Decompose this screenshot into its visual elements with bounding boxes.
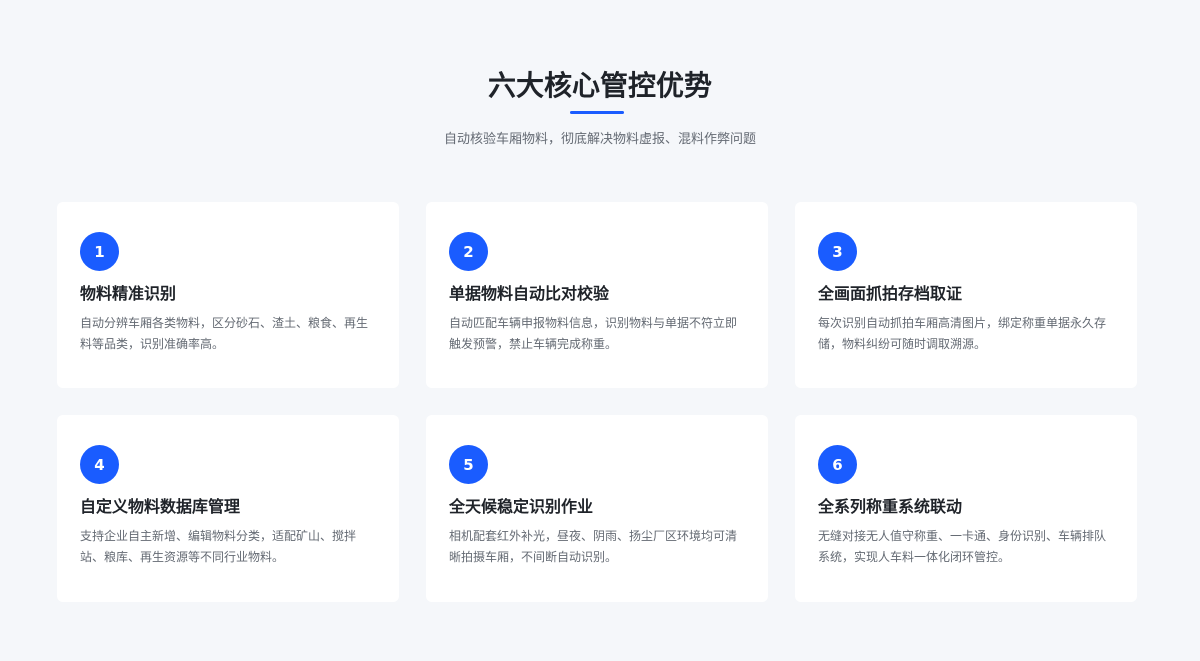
feature-description: 支持企业自主新增、编辑物料分类，适配矿山、搅拌站、粮库、再生资源等不同行业物料。 <box>80 529 357 564</box>
feature-description: 相机配套红外补光，昼夜、阴雨、扬尘厂区环境均可清晰拍摄车厢，不间断自动识别。 <box>449 529 738 564</box>
feature-title: 物料精准识别 <box>80 284 177 303</box>
feature-description: 自动匹配车辆申报物料信息，识别物料与单据不符立即触发预警，禁止车辆完成称重。 <box>449 316 738 351</box>
feature-title: 全画面抓拍存档取证 <box>818 284 963 303</box>
feature-title: 全天候稳定识别作业 <box>449 497 594 516</box>
number-badge: 6 <box>818 445 857 484</box>
feature-card-4: 4 自定义物料数据库管理 支持企业自主新增、编辑物料分类，适配矿山、搅拌站、粮库… <box>57 415 399 602</box>
feature-title: 单据物料自动比对校验 <box>449 284 610 303</box>
feature-description: 每次识别自动抓拍车厢高清图片，绑定称重单据永久存储，物料纠纷可随时调取溯源。 <box>818 316 1107 351</box>
feature-card-5: 5 全天候稳定识别作业 相机配套红外补光，昼夜、阴雨、扬尘厂区环境均可清晰拍摄车… <box>426 415 768 602</box>
feature-description: 自动分辨车厢各类物料，区分砂石、渣土、粮食、再生料等品类，识别准确率高。 <box>80 316 369 351</box>
feature-title: 自定义物料数据库管理 <box>80 497 241 516</box>
number-badge: 1 <box>80 232 119 271</box>
feature-card-1: 1 物料精准识别 自动分辨车厢各类物料，区分砂石、渣土、粮食、再生料等品类，识别… <box>57 202 399 388</box>
title-underline <box>570 111 624 114</box>
feature-title: 全系列称重系统联动 <box>818 497 963 516</box>
feature-description: 无缝对接无人值守称重、一卡通、身份识别、车辆排队系统，实现人车料一体化闭环管控。 <box>818 529 1107 564</box>
feature-card-6: 6 全系列称重系统联动 无缝对接无人值守称重、一卡通、身份识别、车辆排队系统，实… <box>795 415 1137 602</box>
feature-card-3: 3 全画面抓拍存档取证 每次识别自动抓拍车厢高清图片，绑定称重单据永久存储，物料… <box>795 202 1137 388</box>
number-badge: 2 <box>449 232 488 271</box>
number-badge: 4 <box>80 445 119 484</box>
number-badge: 5 <box>449 445 488 484</box>
section-subtitle: 自动核验车厢物料，彻底解决物料虚报、混料作弊问题 <box>443 132 756 147</box>
feature-card-2: 2 单据物料自动比对校验 自动匹配车辆申报物料信息，识别物料与单据不符立即触发预… <box>426 202 768 388</box>
section-title: 六大核心管控优势 <box>487 69 712 102</box>
feature-grid: 1 物料精准识别 自动分辨车厢各类物料，区分砂石、渣土、粮食、再生料等品类，识别… <box>57 202 1137 602</box>
number-badge: 3 <box>818 232 857 271</box>
